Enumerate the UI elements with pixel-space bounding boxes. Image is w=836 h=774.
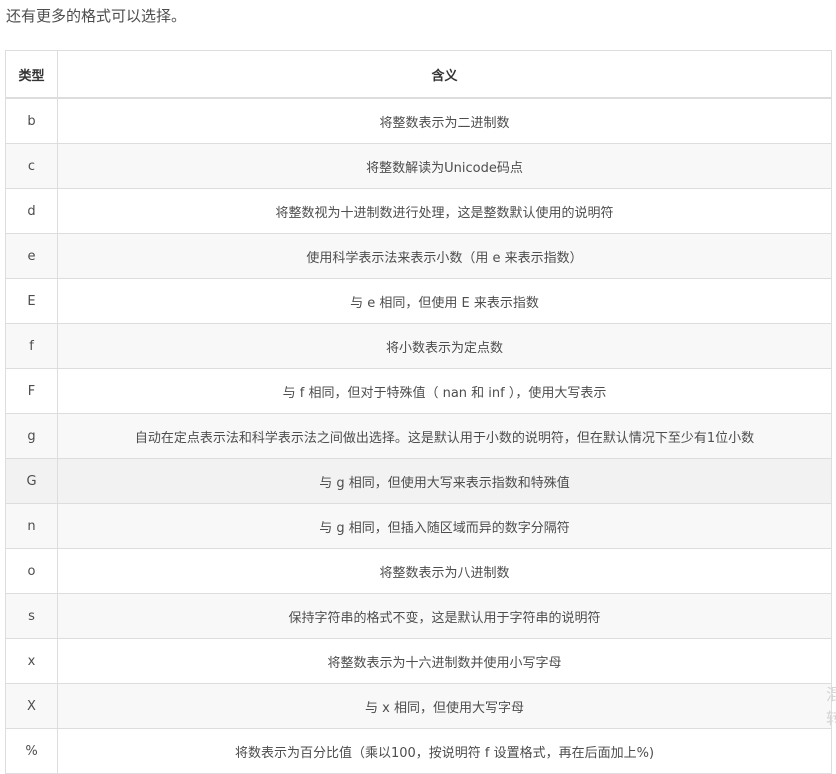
side-text-line: 转	[826, 709, 836, 728]
meaning-cell: 自动在定点表示法和科学表示法之间做出选择。这是默认用于小数的说明符，但在默认情况…	[57, 413, 832, 459]
meaning-cell: 与 x 相同，但使用大写字母	[57, 683, 832, 729]
type-cell: f	[5, 323, 58, 369]
type-cell: g	[5, 413, 58, 459]
side-text-line: 混	[826, 685, 836, 704]
type-cell: E	[5, 278, 58, 324]
format-specifier-table: 类型 含义 b 将整数表示为二进制数 c 将整数解读为Unicode码点 d 将…	[5, 50, 832, 774]
intro-text: 还有更多的格式可以选择。	[6, 7, 187, 25]
meaning-cell: 将小数表示为定点数	[57, 323, 832, 369]
table-row: f 将小数表示为定点数	[5, 323, 832, 369]
table-row: o 将整数表示为八进制数	[5, 548, 832, 594]
type-cell: G	[5, 458, 58, 504]
meaning-cell: 将整数解读为Unicode码点	[57, 143, 832, 189]
table-row: n 与 g 相同，但插入随区域而异的数字分隔符	[5, 503, 832, 549]
type-cell: F	[5, 368, 58, 414]
type-cell: c	[5, 143, 58, 189]
meaning-cell: 将整数表示为八进制数	[57, 548, 832, 594]
meaning-cell: 与 g 相同，但使用大写来表示指数和特殊值	[57, 458, 832, 504]
meaning-cell: 与 g 相同，但插入随区域而异的数字分隔符	[57, 503, 832, 549]
table-row: % 将数表示为百分比值（乘以100，按说明符 f 设置格式，再在后面加上%)	[5, 728, 832, 774]
table-row: c 将整数解读为Unicode码点	[5, 143, 832, 189]
type-cell: d	[5, 188, 58, 234]
header-type: 类型	[5, 50, 58, 99]
meaning-cell: 将数表示为百分比值（乘以100，按说明符 f 设置格式，再在后面加上%)	[57, 728, 832, 774]
type-cell: %	[5, 728, 58, 774]
table-row: x 将整数表示为十六进制数并使用小写字母	[5, 638, 832, 684]
type-cell: n	[5, 503, 58, 549]
type-cell: x	[5, 638, 58, 684]
meaning-cell: 与 f 相同，但对于特殊值（ nan 和 inf ），使用大写表示	[57, 368, 832, 414]
meaning-cell: 保持字符串的格式不变，这是默认用于字符串的说明符	[57, 593, 832, 639]
table-row: e 使用科学表示法来表示小数（用 e 来表示指数）	[5, 233, 832, 279]
table-header-row: 类型 含义	[5, 50, 832, 99]
meaning-cell: 将整数表示为十六进制数并使用小写字母	[57, 638, 832, 684]
type-cell: s	[5, 593, 58, 639]
table-row: g 自动在定点表示法和科学表示法之间做出选择。这是默认用于小数的说明符，但在默认…	[5, 413, 832, 459]
table-row: b 将整数表示为二进制数	[5, 97, 832, 144]
meaning-cell: 将整数视为十进制数进行处理，这是整数默认使用的说明符	[57, 188, 832, 234]
table-row: X 与 x 相同，但使用大写字母	[5, 683, 832, 729]
table-row: G 与 g 相同，但使用大写来表示指数和特殊值	[5, 458, 832, 504]
meaning-cell: 使用科学表示法来表示小数（用 e 来表示指数）	[57, 233, 832, 279]
meaning-cell: 与 e 相同，但使用 E 来表示指数	[57, 278, 832, 324]
type-cell: X	[5, 683, 58, 729]
type-cell: o	[5, 548, 58, 594]
table-row: s 保持字符串的格式不变，这是默认用于字符串的说明符	[5, 593, 832, 639]
table-row: F 与 f 相同，但对于特殊值（ nan 和 inf ），使用大写表示	[5, 368, 832, 414]
header-meaning: 含义	[57, 50, 832, 99]
type-cell: e	[5, 233, 58, 279]
table-row: d 将整数视为十进制数进行处理，这是整数默认使用的说明符	[5, 188, 832, 234]
type-cell: b	[5, 97, 58, 144]
side-floating-text: 混 转	[826, 683, 836, 731]
table-row: E 与 e 相同，但使用 E 来表示指数	[5, 278, 832, 324]
meaning-cell: 将整数表示为二进制数	[57, 97, 832, 144]
